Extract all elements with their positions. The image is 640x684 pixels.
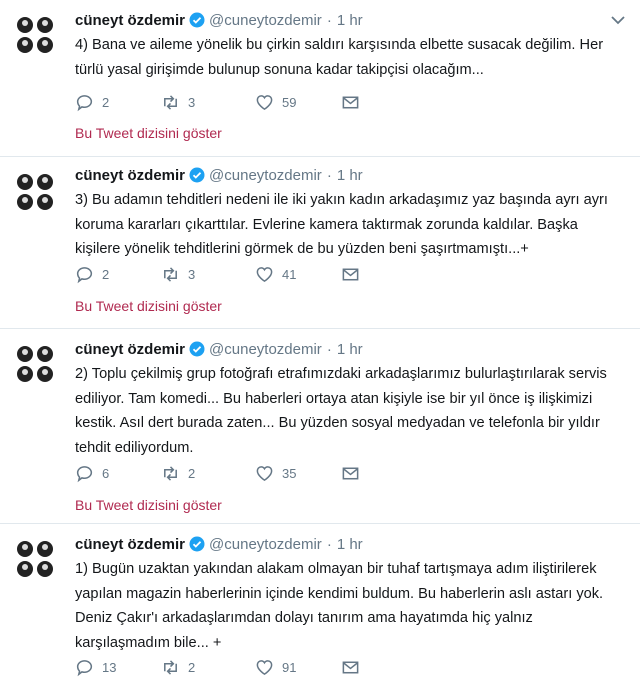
verified-badge-icon <box>189 341 205 357</box>
handle[interactable]: @cuneytozdemir <box>209 536 322 553</box>
reply-count: 13 <box>102 659 117 675</box>
separator: · <box>326 11 332 29</box>
verified-badge-icon <box>189 167 205 183</box>
tweet-actions: 13 2 91 <box>75 657 360 677</box>
avatar[interactable] <box>12 536 58 582</box>
retweet-button[interactable]: 2 <box>161 464 255 483</box>
display-name[interactable]: cüneyt özdemir <box>75 341 185 358</box>
reply-button[interactable]: 2 <box>75 93 161 112</box>
retweet-button[interactable]: 3 <box>161 93 255 112</box>
tweet-text: 1) Bugün uzaktan yakından alakam olmayan… <box>75 561 604 651</box>
tweet-header: cüneyt özdemir @cuneytozdemir · 1 hr <box>75 165 363 185</box>
display-name[interactable]: cüneyt özdemir <box>75 167 185 184</box>
show-thread-link[interactable]: Bu Tweet dizisini göster <box>75 298 222 314</box>
reply-button[interactable]: 13 <box>75 658 161 677</box>
show-thread-link[interactable]: Bu Tweet dizisini göster <box>75 125 222 141</box>
tweet-4[interactable]: cüneyt özdemir @cuneytozdemir · 1 hr 4) … <box>0 0 640 157</box>
reply-count: 6 <box>102 465 110 481</box>
dm-button[interactable] <box>341 658 360 677</box>
like-button[interactable]: 41 <box>255 265 341 284</box>
tweet-3[interactable]: cüneyt özdemir @cuneytozdemir · 1 hr 3) … <box>0 157 640 329</box>
reply-icon <box>76 94 93 111</box>
heart-icon <box>256 266 273 282</box>
tweet-text: 3) Bu adamın tehditleri nedeni ile iki y… <box>75 192 608 257</box>
handle[interactable]: @cuneytozdemir <box>209 341 322 358</box>
like-count: 35 <box>282 465 297 481</box>
timestamp[interactable]: 1 hr <box>337 341 363 358</box>
retweet-count: 2 <box>188 659 196 675</box>
tweet-actions: 2 3 41 <box>75 264 360 284</box>
chevron-down-icon[interactable] <box>610 14 626 26</box>
display-name[interactable]: cüneyt özdemir <box>75 12 185 29</box>
separator: · <box>326 166 332 184</box>
like-button[interactable]: 91 <box>255 658 341 677</box>
avatar-grid-icon <box>12 536 58 582</box>
handle[interactable]: @cuneytozdemir <box>209 167 322 184</box>
timestamp[interactable]: 1 hr <box>337 167 363 184</box>
tweet-2[interactable]: cüneyt özdemir @cuneytozdemir · 1 hr 2) … <box>0 329 640 524</box>
envelope-icon <box>342 661 359 673</box>
heart-icon <box>256 659 273 675</box>
tweet-actions: 2 3 59 <box>75 92 360 112</box>
envelope-icon <box>342 467 359 479</box>
retweet-count: 3 <box>188 266 196 282</box>
display-name[interactable]: cüneyt özdemir <box>75 536 185 553</box>
like-count: 59 <box>282 94 297 110</box>
heart-icon <box>256 94 273 110</box>
tweet-actions: 6 2 35 <box>75 463 360 483</box>
retweet-icon <box>164 465 177 481</box>
dm-button[interactable] <box>341 265 360 284</box>
timestamp[interactable]: 1 hr <box>337 12 363 29</box>
retweet-icon <box>164 266 177 282</box>
reply-icon <box>76 465 93 482</box>
like-count: 41 <box>282 266 297 282</box>
reply-count: 2 <box>102 94 110 110</box>
separator: · <box>326 535 332 553</box>
avatar[interactable] <box>12 12 58 58</box>
tweet-header: cüneyt özdemir @cuneytozdemir · 1 hr <box>75 10 363 30</box>
heart-icon <box>256 465 273 481</box>
verified-badge-icon <box>189 536 205 552</box>
separator: · <box>326 340 332 358</box>
avatar[interactable] <box>12 169 58 215</box>
reply-icon <box>76 266 93 283</box>
avatar-grid-icon <box>12 169 58 215</box>
avatar-grid-icon <box>12 12 58 58</box>
like-count: 91 <box>282 659 297 675</box>
tweet-header: cüneyt özdemir @cuneytozdemir · 1 hr <box>75 339 363 359</box>
like-button[interactable]: 35 <box>255 464 341 483</box>
retweet-button[interactable]: 3 <box>161 265 255 284</box>
tweet-1[interactable]: cüneyt özdemir @cuneytozdemir · 1 hr 1) … <box>0 524 640 684</box>
retweet-count: 3 <box>188 94 196 110</box>
tweet-text: 4) Bana ve aileme yönelik bu çirkin sald… <box>75 37 604 78</box>
tweet-header: cüneyt özdemir @cuneytozdemir · 1 hr <box>75 534 363 554</box>
dm-button[interactable] <box>341 93 360 112</box>
verified-badge-icon <box>189 12 205 28</box>
reply-icon <box>76 659 93 676</box>
envelope-icon <box>342 96 359 108</box>
timestamp[interactable]: 1 hr <box>337 536 363 553</box>
retweet-icon <box>164 94 177 110</box>
envelope-icon <box>342 268 359 280</box>
show-thread-link[interactable]: Bu Tweet dizisini göster <box>75 497 222 513</box>
reply-button[interactable]: 2 <box>75 265 161 284</box>
dm-button[interactable] <box>341 464 360 483</box>
like-button[interactable]: 59 <box>255 93 341 112</box>
retweet-button[interactable]: 2 <box>161 658 255 677</box>
retweet-icon <box>164 659 177 675</box>
avatar[interactable] <box>12 341 58 387</box>
tweet-feed: cüneyt özdemir @cuneytozdemir · 1 hr 4) … <box>0 0 640 684</box>
tweet-text: 2) Toplu çekilmiş grup fotoğrafı etrafım… <box>75 366 607 456</box>
reply-count: 2 <box>102 266 110 282</box>
retweet-count: 2 <box>188 465 196 481</box>
avatar-grid-icon <box>12 341 58 387</box>
reply-button[interactable]: 6 <box>75 464 161 483</box>
handle[interactable]: @cuneytozdemir <box>209 12 322 29</box>
